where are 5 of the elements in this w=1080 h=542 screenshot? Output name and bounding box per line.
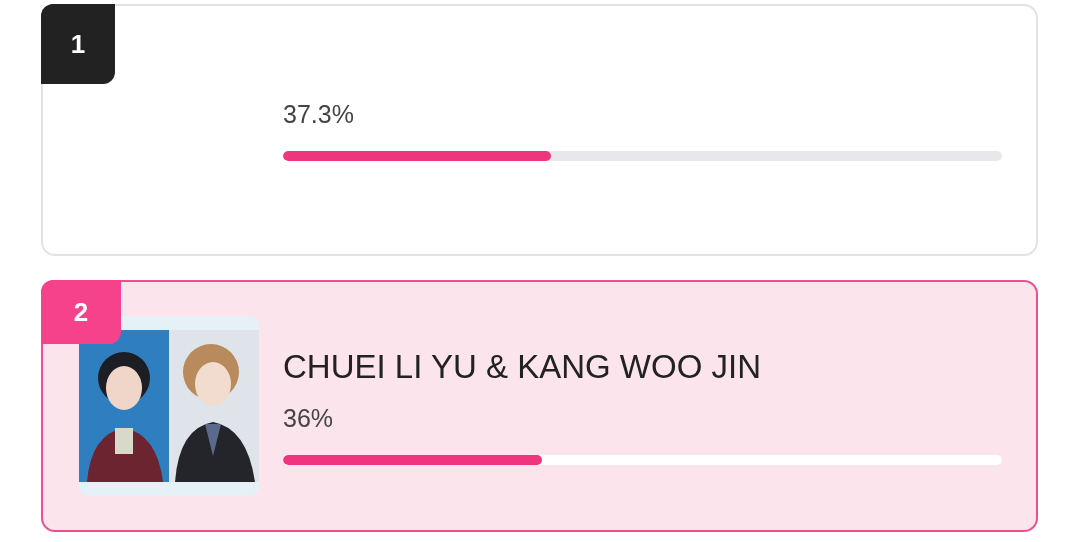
rank-badge: 1 (41, 4, 115, 84)
candidate-name: CHUEI LI YU & KANG WOO JIN (283, 347, 762, 386)
vote-percentage: 36% (283, 403, 335, 433)
vote-percentage: 37.3% (283, 99, 355, 129)
rank-badge: 2 (41, 280, 121, 344)
